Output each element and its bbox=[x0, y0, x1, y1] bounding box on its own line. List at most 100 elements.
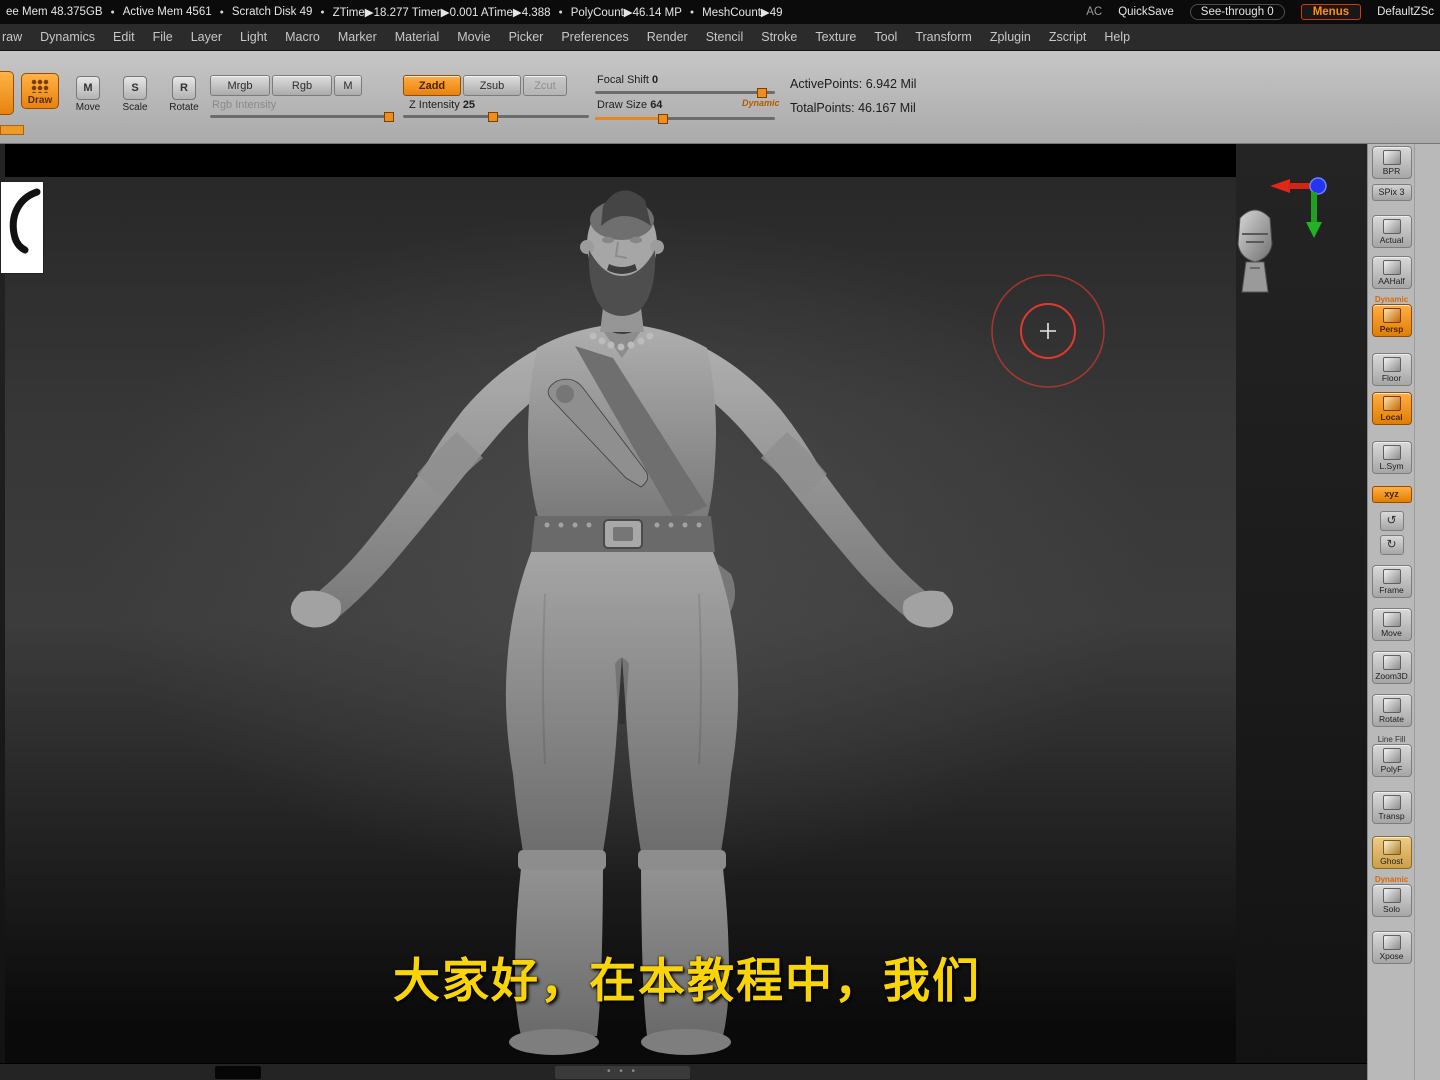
persp-icon bbox=[1382, 308, 1401, 323]
shelf-local-button[interactable]: Local bbox=[1371, 392, 1412, 425]
shelf-solo-toplabel: Dynamic bbox=[1374, 875, 1409, 884]
rgb-intensity-label: Rgb Intensity bbox=[212, 99, 277, 111]
status-item: Scratch Disk 49 bbox=[231, 6, 313, 18]
scale-tool-button[interactable]: S Scale bbox=[117, 76, 153, 113]
focal-shift-label: Focal Shift 0 bbox=[597, 74, 659, 86]
shelf-zoom3d-button[interactable]: Zoom3D bbox=[1371, 651, 1412, 684]
menu-raw[interactable]: raw bbox=[0, 26, 31, 48]
right-tray: BPR SPix 3 Actual AAHalf Dynamic Persp Floor Lo… bbox=[1367, 144, 1440, 1080]
rotate-tool-button[interactable]: R Rotate bbox=[166, 76, 202, 113]
menu-marker[interactable]: Marker bbox=[329, 26, 386, 48]
draw-tool-button[interactable]: Draw bbox=[21, 73, 59, 109]
menus-button[interactable]: Menus bbox=[1300, 4, 1362, 20]
scrollbar-handle[interactable] bbox=[215, 1066, 261, 1079]
transp-icon bbox=[1382, 795, 1401, 810]
menu-texture[interactable]: Texture bbox=[806, 26, 865, 48]
shelf-bpr-button[interactable]: BPR bbox=[1371, 146, 1412, 179]
horizontal-scrollbar[interactable]: • • • bbox=[0, 1063, 1368, 1080]
zsub-button[interactable]: Zsub bbox=[463, 75, 521, 96]
menu-light[interactable]: Light bbox=[231, 26, 276, 48]
menu-macro[interactable]: Macro bbox=[276, 26, 329, 48]
shelf-persp-button[interactable]: Persp bbox=[1371, 304, 1412, 337]
menu-zplugin[interactable]: Zplugin bbox=[981, 26, 1040, 48]
status-item: PolyCount▶46.14 MP bbox=[570, 7, 682, 19]
m-button[interactable]: M bbox=[334, 75, 362, 96]
status-item: ee Mem 48.375GB bbox=[6, 6, 103, 18]
ac-indicator: AC bbox=[1086, 6, 1103, 18]
shelf-persp-toplabel: Dynamic bbox=[1374, 295, 1409, 304]
scrollbar-grip[interactable]: • • • bbox=[555, 1066, 690, 1079]
menu-preferences[interactable]: Preferences bbox=[552, 26, 637, 48]
main-area: 大家好，在本教程中，我们 • • • BPR SPix 3 Actual AAH… bbox=[0, 144, 1440, 1080]
rotate-icon bbox=[1382, 698, 1401, 713]
shelf-polyf-toplabel: Line Fill bbox=[1377, 735, 1406, 744]
shelf-move-button[interactable]: Move bbox=[1371, 608, 1412, 641]
menu-layer[interactable]: Layer bbox=[182, 26, 231, 48]
bpr-icon bbox=[1382, 150, 1401, 165]
shelf-rotate-button[interactable]: Rotate bbox=[1371, 694, 1412, 727]
menu-picker[interactable]: Picker bbox=[500, 26, 553, 48]
menu-zscript[interactable]: Zscript bbox=[1040, 26, 1096, 48]
move-tool-button[interactable]: M Move bbox=[70, 76, 106, 113]
menu-stencil[interactable]: Stencil bbox=[697, 26, 753, 48]
z-intensity-label: Z Intensity 25 bbox=[409, 99, 476, 111]
stroke-curve-icon bbox=[9, 188, 41, 254]
shelf-edge-strip bbox=[0, 125, 24, 135]
menu-movie[interactable]: Movie bbox=[448, 26, 499, 48]
shelf-xpose-button[interactable]: Xpose bbox=[1371, 931, 1412, 964]
shelf-spix-button[interactable]: SPix 3 bbox=[1371, 184, 1412, 201]
solo-icon bbox=[1382, 888, 1401, 903]
aahalf-icon bbox=[1382, 260, 1401, 275]
zcut-button[interactable]: Zcut bbox=[523, 75, 567, 96]
mrgb-button[interactable]: Mrgb bbox=[210, 75, 270, 96]
sculpt-model-character bbox=[290, 190, 954, 1055]
shelf-rotate-cw-icon[interactable]: ↻ bbox=[1379, 535, 1404, 555]
material-preview-head[interactable] bbox=[1232, 200, 1278, 298]
shelf-rotate-ccw-icon[interactable]: ↺ bbox=[1379, 511, 1404, 531]
status-separator: ● bbox=[219, 8, 224, 16]
shelf-frame-button[interactable]: Frame bbox=[1371, 565, 1412, 598]
document-canvas[interactable]: 大家好，在本教程中，我们 bbox=[5, 144, 1236, 1063]
right-shelf: BPR SPix 3 Actual AAHalf Dynamic Persp Floor Lo… bbox=[1370, 144, 1413, 964]
menu-material[interactable]: Material bbox=[386, 26, 448, 48]
zoom3d-icon bbox=[1382, 655, 1401, 670]
draw-size-slider[interactable] bbox=[595, 114, 775, 124]
shelf-polyf-button[interactable]: PolyF bbox=[1371, 744, 1412, 777]
focal-shift-value: 0 bbox=[652, 74, 659, 86]
document-name: DefaultZSc bbox=[1377, 6, 1434, 18]
z-intensity-slider[interactable] bbox=[403, 112, 589, 122]
shelf-transp-button[interactable]: Transp bbox=[1371, 791, 1412, 824]
scale-tool-icon: S bbox=[123, 76, 147, 100]
current-brush-partial[interactable] bbox=[0, 71, 14, 115]
shelf-floor-button[interactable]: Floor bbox=[1371, 353, 1412, 386]
frame-icon bbox=[1382, 569, 1401, 584]
menu-help[interactable]: Help bbox=[1095, 26, 1139, 48]
menu-dynamics[interactable]: Dynamics bbox=[31, 26, 104, 48]
rgb-button[interactable]: Rgb bbox=[272, 75, 332, 96]
menu-tool[interactable]: Tool bbox=[865, 26, 906, 48]
canvas-area[interactable]: 大家好，在本教程中，我们 • • • bbox=[0, 144, 1368, 1080]
subtitle-text: 大家好，在本教程中，我们 bbox=[393, 954, 981, 1009]
menu-transform[interactable]: Transform bbox=[906, 26, 981, 48]
status-item: ZTime▶18.277 Timer▶0.001 ATime▶4.388 bbox=[332, 7, 551, 19]
zadd-button[interactable]: Zadd bbox=[403, 75, 461, 96]
menu-render[interactable]: Render bbox=[638, 26, 697, 48]
shelf-actual-button[interactable]: Actual bbox=[1371, 215, 1412, 248]
menu-stroke[interactable]: Stroke bbox=[752, 26, 806, 48]
shelf-xyz-button[interactable]: xyz bbox=[1371, 486, 1412, 503]
status-separator: ● bbox=[110, 8, 115, 16]
shelf-solo-button[interactable]: Solo bbox=[1371, 884, 1412, 917]
rgb-intensity-slider[interactable] bbox=[210, 112, 395, 122]
shelf-lsym-button[interactable]: L.Sym bbox=[1371, 441, 1412, 474]
shelf-aahalf-button[interactable]: AAHalf bbox=[1371, 256, 1412, 289]
quicksave-button[interactable]: QuickSave bbox=[1118, 6, 1174, 18]
menu-edit[interactable]: Edit bbox=[104, 26, 144, 48]
status-item: Active Mem 4561 bbox=[122, 6, 212, 18]
focal-shift-slider[interactable] bbox=[595, 88, 775, 98]
dynamic-mode-label[interactable]: Dynamic bbox=[742, 98, 780, 108]
shelf-ghost-button[interactable]: Ghost bbox=[1371, 836, 1412, 869]
see-through-slider[interactable]: See-through 0 bbox=[1189, 4, 1285, 20]
lsym-icon bbox=[1382, 445, 1401, 460]
menu-file[interactable]: File bbox=[144, 26, 182, 48]
local-icon bbox=[1382, 396, 1401, 411]
